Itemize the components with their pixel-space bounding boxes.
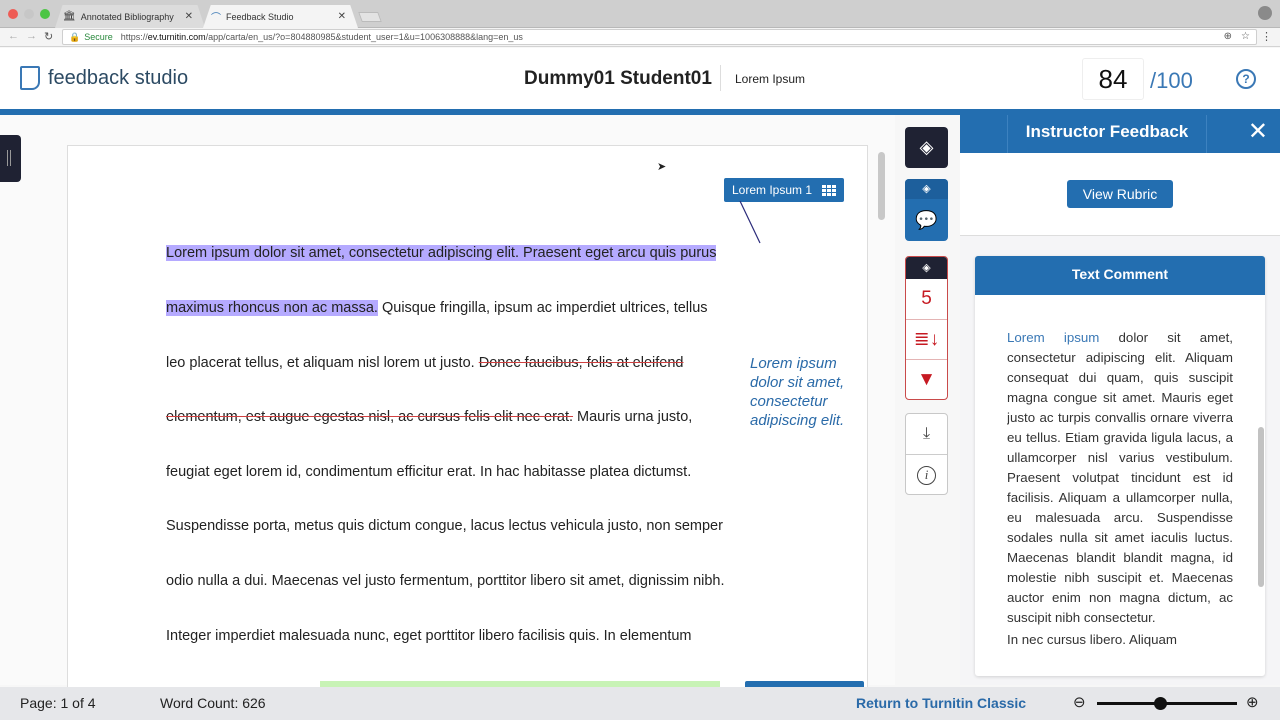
status-bar: Page: 1 of 4 Word Count: 626 Return to T… [0, 687, 1280, 720]
forward-icon[interactable]: → [26, 30, 37, 42]
logo: feedback studio [20, 66, 188, 90]
document-line[interactable]: Suspendisse porta, metus quis dictum con… [166, 518, 723, 534]
highlighted-text[interactable]: maximus rhoncus non ac massa. [166, 300, 378, 316]
panel-title: Instructor Feedback [1007, 115, 1207, 153]
document-line[interactable]: maximus rhoncus non ac massa. Quisque fr… [166, 300, 708, 316]
tab-label: Annotated Bibliography [80, 11, 174, 22]
info-button[interactable]: i [906, 454, 947, 494]
rubric-section: View Rubric [960, 153, 1280, 236]
close-icon[interactable]: ✕ [1248, 120, 1268, 144]
document-line[interactable]: odio nulla a dui. Maecenas vel justo fer… [166, 573, 725, 589]
bookmark-star-icon[interactable]: ☆ [1241, 31, 1250, 42]
student-name: Dummy01 Student01 [524, 68, 712, 89]
assignment-title: Lorem Ipsum [735, 72, 806, 86]
feedback-studio-logo-icon [20, 66, 40, 90]
instructor-feedback-panel: Instructor Feedback ✕ View Rubric Text C… [960, 115, 1280, 685]
text-comment-card: Text Comment Lorem ipsum dolor sit amet,… [975, 256, 1265, 676]
strikethrough-text[interactable]: Donec faucibus, felis at eleifend [479, 355, 684, 371]
panel-header: Instructor Feedback ✕ [960, 115, 1280, 153]
comment-bubble-icon: 💬 [915, 210, 938, 230]
page-indicator: Page: 1 of 4 [20, 695, 96, 711]
lock-icon: 🔒 [69, 31, 81, 42]
zoom-in-icon[interactable]: ⊕ [1246, 693, 1259, 711]
document-line[interactable]: feugiat eget lorem id, condimentum effic… [166, 464, 691, 480]
view-rubric-button[interactable]: View Rubric [1067, 180, 1173, 208]
grid-icon [822, 184, 836, 196]
layers-button[interactable]: ◈ [905, 127, 948, 168]
header-divider [720, 65, 721, 91]
highlighted-text[interactable]: Lorem ipsum dolor sit amet, consectetur … [166, 245, 717, 261]
help-icon[interactable]: ? [1236, 69, 1256, 89]
word-count: Word Count: 626 [160, 695, 266, 711]
url-input[interactable]: 🔒 Secure https://ev.turnitin.com/app/cart… [62, 29, 1257, 45]
score-max: /100 [1150, 68, 1193, 93]
document-line[interactable]: Integer imperdiet malesuada nunc, eget p… [166, 628, 692, 644]
logo-text: feedback studio [48, 66, 189, 89]
zoom-slider-handle[interactable] [1154, 697, 1167, 710]
layers-icon: ◈ [906, 257, 947, 279]
inline-comment[interactable]: Lorem ipsum dolor sit amet, consectetur … [750, 354, 844, 430]
card-title: Text Comment [975, 256, 1265, 295]
document-line[interactable]: leo placerat tellus, et aliquam nisl lor… [166, 355, 683, 371]
turnitin-icon: ⌒ [211, 13, 221, 24]
back-icon[interactable]: ← [8, 30, 19, 42]
utility-toolbar: ⤓ i [905, 413, 948, 495]
browser-tab-bar: 🏛 Annotated Bibliography ✕ ⌒ Feedback St… [0, 0, 1280, 28]
app-header: feedback studio Dummy01 Student01 Lorem … [0, 48, 1280, 109]
mouse-cursor-icon: ➤ [657, 161, 667, 173]
sort-icon[interactable]: ≣↓ [906, 319, 947, 359]
document-line[interactable]: elementum, est augue egestas nisl, ac cu… [166, 409, 692, 425]
reload-icon[interactable]: ↻ [44, 30, 53, 43]
url-text: https://ev.turnitin.com/app/carta/en_us/… [120, 32, 523, 42]
match-count[interactable]: 5 [906, 279, 947, 319]
grading-layer-button[interactable]: ◈ 💬 [905, 179, 948, 241]
address-bar: ← → ↻ 🔒 Secure https://ev.turnitin.com/ap… [0, 28, 1280, 47]
download-icon[interactable]: ⤓ [906, 414, 947, 454]
strikethrough-text[interactable]: elementum, est augue egestas nisl, ac cu… [166, 409, 573, 425]
filter-icon[interactable]: ▼ [906, 359, 947, 399]
layers-icon: ◈ [919, 137, 934, 157]
new-tab-button[interactable] [358, 12, 382, 22]
profile-icon[interactable] [1258, 6, 1272, 20]
blackboard-icon: 🏛 [63, 11, 76, 22]
grip-icon [7, 150, 11, 166]
document-line[interactable]: Lorem ipsum dolor sit amet, consectetur … [166, 245, 717, 261]
info-icon: i [917, 466, 936, 485]
tab-feedback-studio[interactable]: ⌒ Feedback Studio ✕ [203, 5, 358, 28]
browser-menu-icon[interactable]: ⋮ [1261, 30, 1272, 43]
zoom-out-icon[interactable]: ⊖ [1073, 693, 1086, 711]
maximize-window-button[interactable] [40, 9, 50, 19]
close-tab-icon[interactable]: ✕ [185, 11, 193, 22]
quickmark-tag[interactable]: Lorem Ipsum 1 [724, 178, 844, 202]
secure-label: Secure [84, 31, 113, 42]
tab-annotated-bibliography[interactable]: 🏛 Annotated Bibliography ✕ [55, 5, 205, 28]
document-scrollbar[interactable] [878, 152, 885, 220]
close-tab-icon[interactable]: ✕ [338, 11, 346, 22]
quickmark-connector-line [739, 201, 761, 244]
comment-text[interactable]: Lorem ipsum dolor sit amet, consectetur … [1007, 328, 1233, 663]
zoom-icon[interactable]: ⊕ [1224, 31, 1232, 42]
comment-link[interactable]: Lorem ipsum [1007, 330, 1099, 345]
similarity-layer[interactable]: ◈ 5 ≣↓ ▼ [905, 256, 948, 400]
score-input[interactable]: 84 [1082, 58, 1144, 100]
layers-icon: ◈ [905, 179, 948, 199]
return-to-classic-link[interactable]: Return to Turnitin Classic [856, 695, 1026, 711]
close-window-button[interactable] [8, 9, 18, 19]
comment-scrollbar[interactable] [1258, 427, 1264, 587]
minimize-window-button[interactable] [24, 9, 34, 19]
tab-label: Feedback Studio [226, 11, 294, 22]
quickmark-label: Lorem Ipsum 1 [732, 183, 813, 197]
zoom-slider[interactable] [1097, 697, 1237, 710]
left-drawer-handle[interactable] [0, 135, 21, 182]
